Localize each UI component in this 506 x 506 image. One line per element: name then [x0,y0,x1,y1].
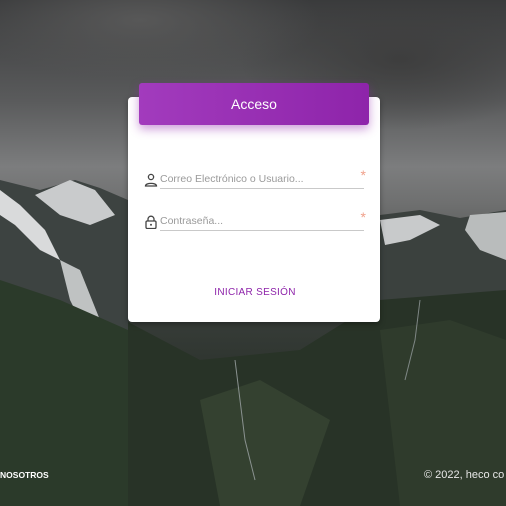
login-button[interactable]: INICIAR SESIÓN [200,282,310,302]
user-icon [144,173,158,187]
login-title: Acceso [139,83,369,125]
required-mark: * [360,209,366,225]
required-mark: * [360,167,366,183]
about-us-link[interactable]: E NOSOTROS [0,470,49,480]
password-input[interactable] [160,211,364,231]
username-input[interactable] [160,169,364,189]
lock-icon [144,215,158,230]
copyright-text: © 2022, heco co [424,469,505,481]
password-field-group: * [144,209,366,233]
username-field-group: * [144,167,366,191]
